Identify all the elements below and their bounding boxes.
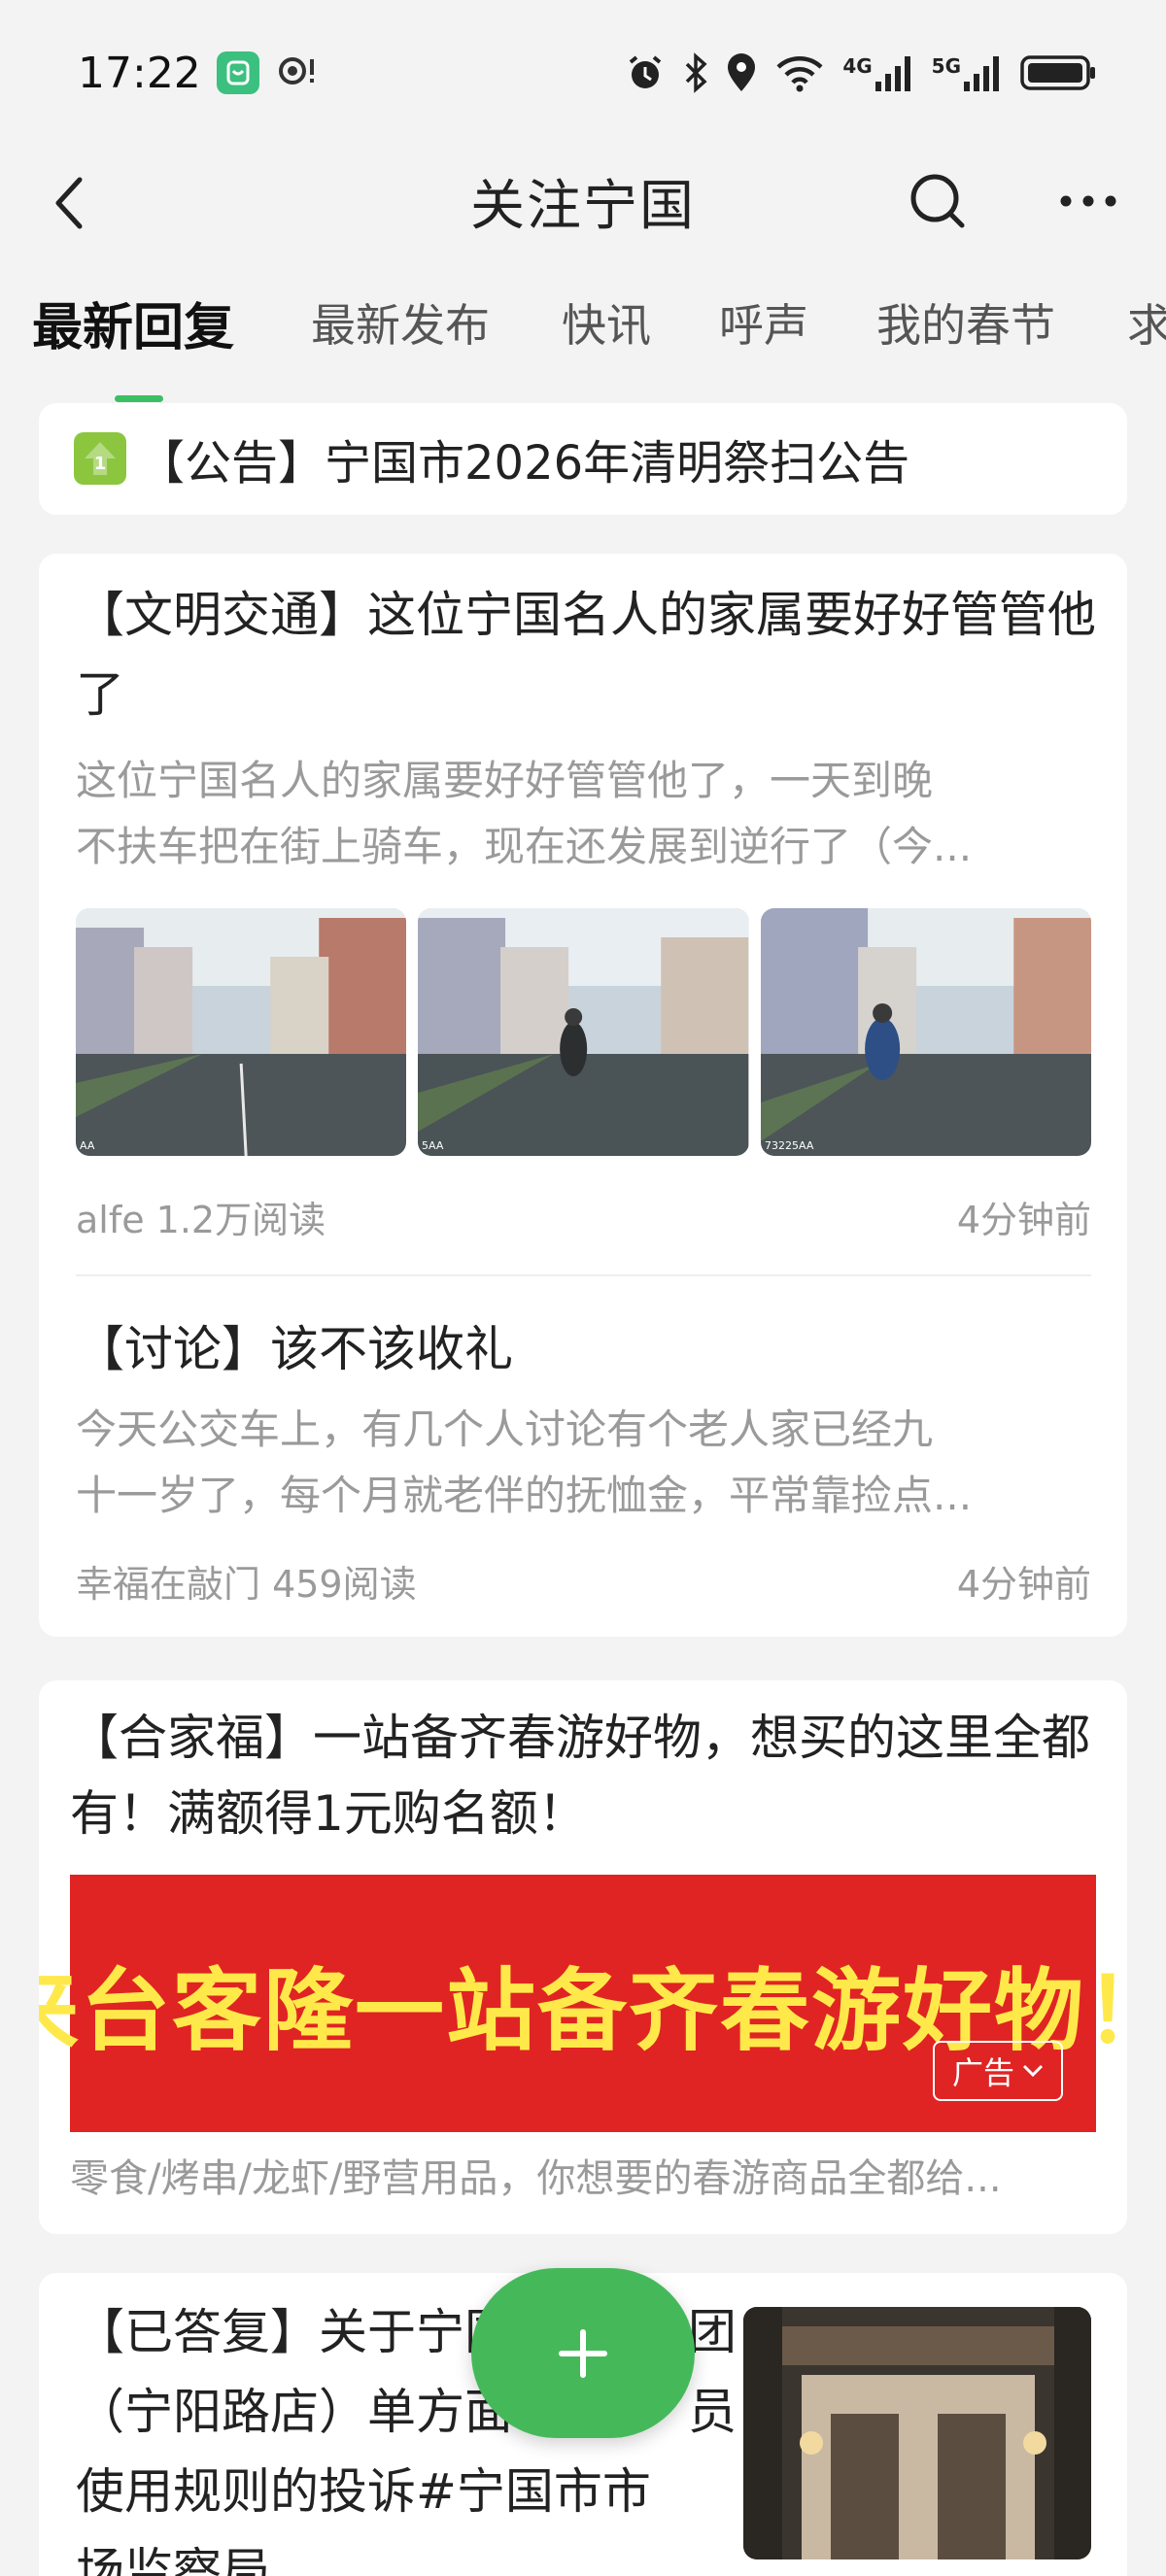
thumb-caption: AA (80, 1139, 95, 1152)
app-badge-icon (216, 51, 259, 94)
answer-title-line: 团 (688, 2304, 737, 2360)
search-button[interactable] (904, 167, 972, 235)
post-author-reads: alfe 1.2万阅读 (76, 1199, 326, 1241)
ad-title-line: 【合家福】一站备齐春游好物，想买的这里全都 (70, 1710, 1090, 1766)
answer-post-thumbnail[interactable] (743, 2307, 1091, 2559)
post-thumbnail[interactable]: AA (76, 908, 407, 1156)
network-label-4g: 4G (842, 54, 873, 78)
page-title: 关注宁国 (470, 175, 696, 238)
post-title[interactable]: 【讨论】该不该收礼 (76, 1309, 1096, 1389)
ad-title-line: 有！满额得1元购名额！ (70, 1785, 587, 1842)
search-icon (910, 174, 965, 228)
network-label-5g: 5G (931, 54, 961, 78)
alarm-icon (625, 52, 666, 93)
ad-title: 【合家福】一站备齐春游好物，想买的这里全都 有！满额得1元购名额！ (70, 1700, 1100, 1851)
post-title[interactable]: 【文明交通】这位宁国名人的家属要好好管管他了 (76, 575, 1096, 734)
wifi-icon (774, 53, 825, 92)
answer-title-line: 员 (688, 2384, 737, 2440)
status-left: 17:22 (78, 49, 318, 98)
feed-card: 【文明交通】这位宁国名人的家属要好好管管他了 这位宁国名人的家属要好好管管他了，… (39, 554, 1127, 1637)
status-time: 17:22 (78, 48, 201, 98)
notice-title: 【公告】宁国市2026年清明祭扫公告 (138, 436, 910, 491)
tab-bar: 最新回复 最新发布 快讯 呼声 我的春节 求 (0, 287, 1166, 403)
pin-top-icon: 1 (74, 432, 126, 485)
answer-title-line: 使用规则的投诉#宁国市市 (76, 2463, 651, 2520)
ad-banner[interactable]: 来台客隆一站备齐春游好物！ 广告 (39, 1875, 1127, 2132)
battery-icon (1020, 53, 1098, 92)
tab-news-flash[interactable]: 快讯 (562, 290, 651, 397)
ad-description: 零食/烤串/龙虾/野营用品，你想要的春游商品全都给... (70, 2156, 1002, 2201)
tab-voices[interactable]: 呼声 (719, 290, 808, 397)
tab-latest-post[interactable]: 最新发布 (311, 290, 490, 397)
post-meta: alfe 1.2万阅读 4分钟前 (76, 1190, 1091, 1243)
svg-text:1: 1 (94, 454, 107, 474)
tab-label: 快讯 (562, 299, 651, 352)
signal-4g: 4G (842, 54, 913, 91)
answer-title-line: （宁阳路店）单方面 (76, 2384, 513, 2440)
ad-tag-label: 广告 (951, 2054, 1014, 2091)
answer-title-line: 场监察局 (76, 2543, 270, 2576)
pinned-notice[interactable]: 1 【公告】宁国市2026年清明祭扫公告 (39, 403, 1127, 515)
post-meta: 幸福在敲门 459阅读 4分钟前 (76, 1554, 1091, 1608)
post-author-reads: 幸福在敲门 459阅读 (76, 1563, 417, 1606)
tab-label: 我的春节 (876, 299, 1055, 352)
tab-latest-reply[interactable]: 最新回复 (32, 287, 234, 393)
back-icon (55, 177, 83, 229)
post-time: 4分钟前 (956, 1199, 1091, 1241)
more-icon (1060, 195, 1116, 207)
post-thumbnails: AA 5AA 73225AA (76, 908, 1091, 1156)
answer-title-line: 【已答复】关于宁国 (76, 2304, 513, 2360)
post-excerpt-line: 今天公交车上，有几个人讨论有个老人家已经九 (76, 1406, 934, 1453)
active-tab-indicator (115, 395, 163, 402)
tab-label: 呼声 (719, 299, 808, 352)
post-excerpt-line: 不扶车把在街上骑车，现在还发展到逆行了（今... (76, 823, 973, 870)
chevron-down-icon (1022, 2064, 1044, 2078)
thumb-caption: 73225AA (765, 1139, 814, 1152)
ad-tag-button[interactable]: 广告 (932, 2041, 1063, 2101)
post-time: 4分钟前 (956, 1563, 1091, 1606)
post-thumbnail[interactable]: 73225AA (760, 908, 1091, 1156)
divider (76, 1274, 1091, 1276)
signal-5g: 5G (932, 54, 1003, 91)
signal-icon (874, 56, 910, 91)
post-excerpt-line: 这位宁国名人的家属要好好管管他了，一天到晚 (76, 757, 934, 804)
tab-label: 最新回复 (32, 299, 235, 357)
compose-button[interactable] (471, 2268, 695, 2438)
ad-card[interactable]: 【合家福】一站备齐春游好物，想买的这里全都 有！满额得1元购名额！ 来台客隆一站… (39, 1680, 1127, 2234)
thumb-caption: 5AA (422, 1139, 444, 1152)
status-bar: 17:22 4G 5G (0, 0, 1166, 146)
more-button[interactable] (1054, 167, 1122, 235)
notice-row: 1 【公告】宁国市2026年清明祭扫公告 (74, 424, 909, 492)
back-button[interactable] (39, 169, 97, 237)
plus-icon (559, 2328, 607, 2378)
location-icon (726, 52, 757, 93)
bluetooth-icon (683, 52, 708, 93)
title-bar: 关注宁国 (0, 146, 1166, 257)
tab-ask[interactable]: 求 (1127, 290, 1166, 397)
tab-label: 最新发布 (311, 299, 490, 352)
tab-label: 求 (1127, 299, 1166, 352)
tab-my-spring-festival[interactable]: 我的春节 (876, 290, 1055, 397)
status-right: 4G 5G (625, 52, 1098, 93)
hotspot-icon (275, 51, 318, 94)
post-thumbnail[interactable]: 5AA (418, 908, 749, 1156)
post-excerpt-line: 十一岁了，每个月就老伴的抚恤金，平常靠捡点... (76, 1472, 973, 1519)
